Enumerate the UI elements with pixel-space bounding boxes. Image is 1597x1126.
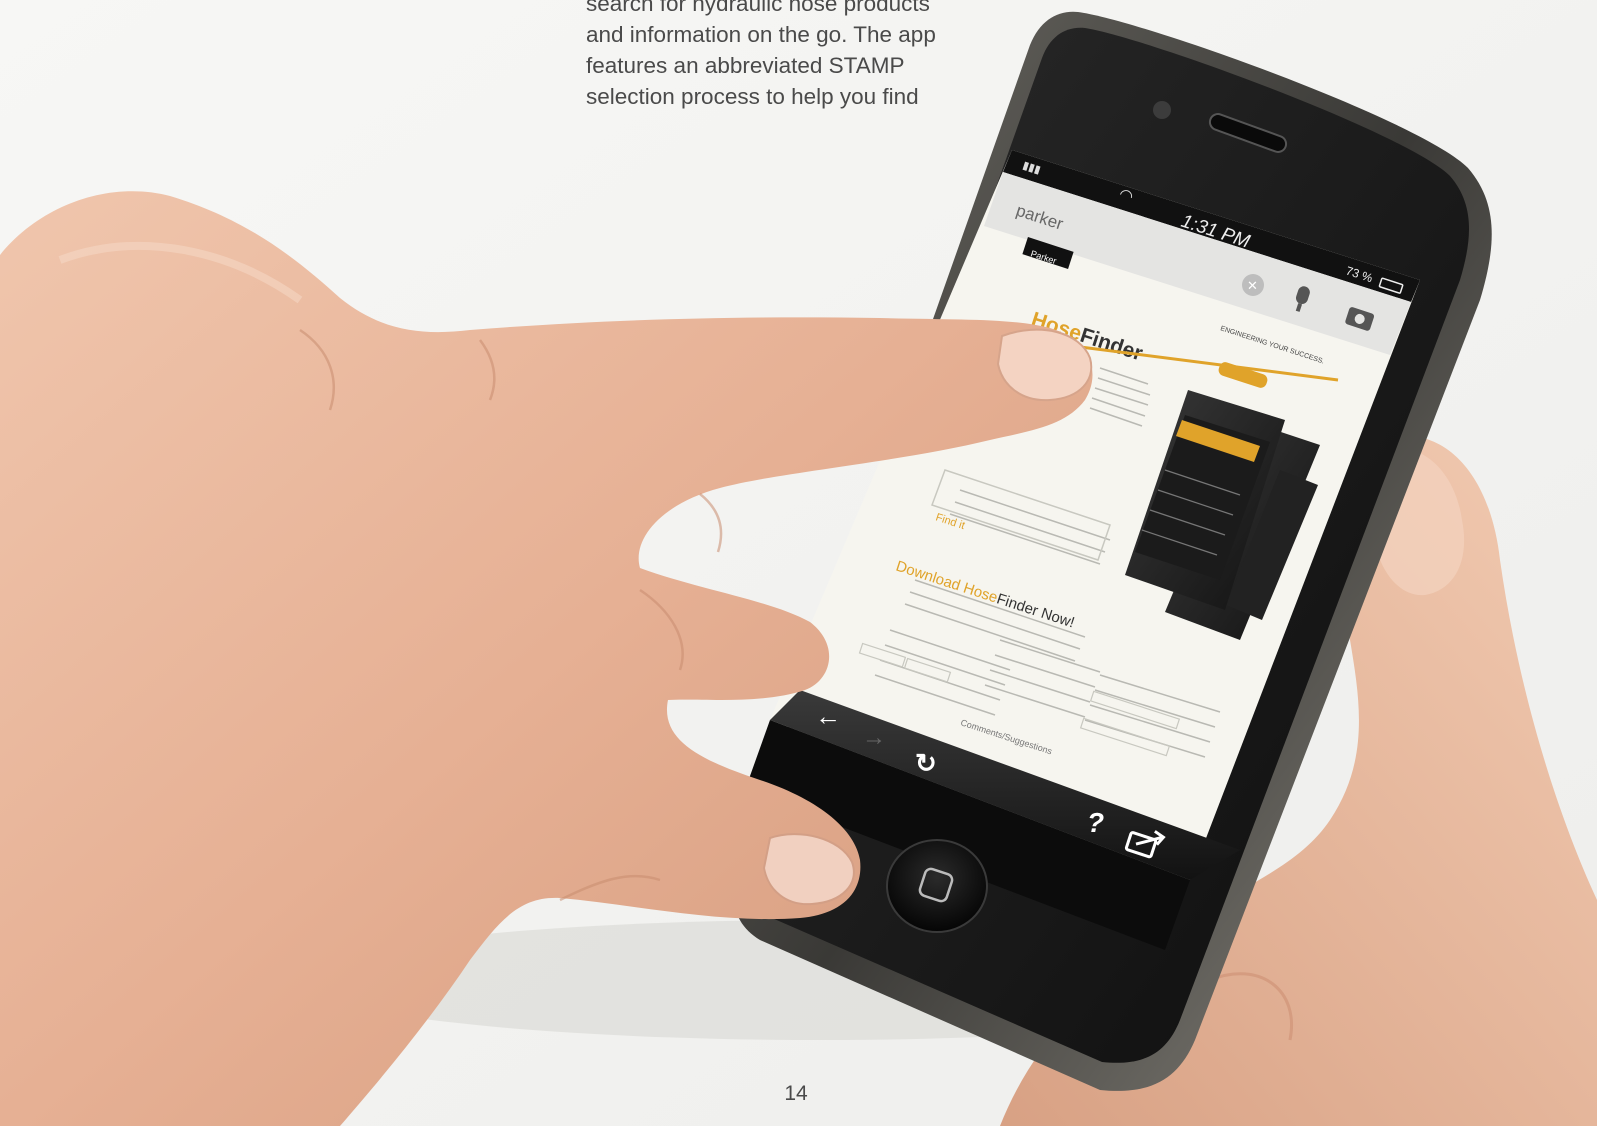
intro-line-2: and information on the go. The app — [586, 22, 936, 47]
forward-arrow-icon[interactable]: → — [862, 724, 886, 751]
back-arrow-icon[interactable]: ← — [815, 701, 841, 731]
reload-icon[interactable]: ↻ — [915, 748, 937, 778]
front-camera — [1153, 101, 1171, 119]
intro-line-4: selection process to help you find — [586, 84, 919, 109]
fingernail — [996, 328, 1093, 402]
svg-text:✕: ✕ — [1247, 278, 1258, 293]
intro-line-1: search for hydraulic hose products — [586, 0, 930, 16]
intro-paragraph: search for hydraulic hose products and i… — [586, 0, 1016, 112]
page-number: 14 — [784, 1082, 808, 1105]
intro-line-3: features an abbreviated STAMP — [586, 53, 905, 78]
help-icon[interactable]: ? — [1087, 807, 1104, 838]
home-button[interactable] — [886, 839, 988, 933]
